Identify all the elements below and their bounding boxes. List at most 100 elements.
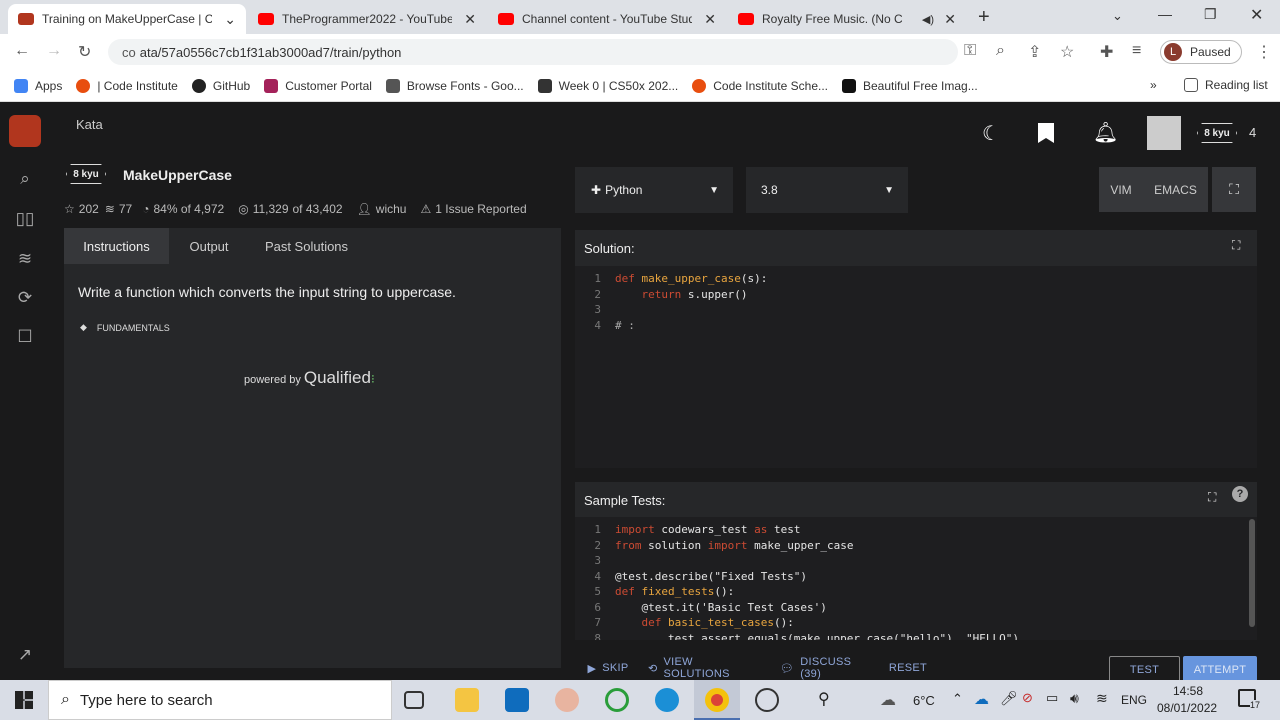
language-select[interactable]: ✚ Python ▼	[575, 167, 733, 213]
address-bar[interactable]: co ata/57a0556c7cb1f31ab3000ad7/train/py…	[108, 39, 958, 65]
new-tab-button[interactable]: +	[978, 6, 990, 29]
tag-fundamentals[interactable]: ◆ FUNDAMENTALS	[80, 322, 170, 333]
completed-icon: ◎	[238, 202, 249, 216]
search-icon[interactable]: ⌕	[15, 169, 35, 189]
tab-training-makeuppercase[interactable]: Training on MakeUpperCase | Co ⌄	[8, 4, 246, 34]
app-green-icon[interactable]	[605, 688, 629, 712]
view-solutions-button[interactable]: ⟲ VIEW SOLUTIONS	[648, 654, 762, 682]
wifi-icon[interactable]: ≋	[1096, 690, 1108, 707]
minimize-button[interactable]: —	[1158, 6, 1172, 22]
kata-title: MakeUpperCase	[123, 167, 232, 183]
reading-list[interactable]: Reading list	[1184, 78, 1268, 92]
book-icon[interactable]: ▯▯	[15, 209, 35, 229]
reset-button[interactable]: RESET	[886, 654, 930, 682]
profile-button[interactable]: L Paused	[1160, 40, 1242, 64]
menu-icon[interactable]: ⋮	[1256, 42, 1272, 62]
clock-time[interactable]: 14:58	[1173, 684, 1203, 698]
codewars-logo-icon[interactable]	[9, 115, 41, 147]
unsplash-icon	[842, 78, 856, 93]
weather-icon[interactable]: ☁	[880, 690, 896, 710]
bookmark-code-institute[interactable]: | Code Institute	[76, 78, 178, 93]
version-select[interactable]: 3.8 ▼	[746, 167, 908, 213]
help-icon[interactable]: ?	[1232, 486, 1248, 502]
close-tab-icon[interactable]: ✕	[944, 11, 956, 28]
fullscreen-icon[interactable]: ⛶	[1212, 167, 1256, 212]
bookmark-icon[interactable]	[1038, 123, 1054, 143]
tab-royalty-free-music[interactable]: Royalty Free Music. (No C ◀) ✕	[728, 4, 966, 34]
bookmark-star-icon[interactable]: ☆	[1060, 42, 1074, 62]
tab-youtube-studio[interactable]: Channel content - YouTube Studi ✕	[488, 4, 726, 34]
skip-button[interactable]: ▶ SKIP	[586, 654, 630, 682]
back-icon[interactable]: ←	[14, 42, 30, 60]
obs-icon[interactable]	[755, 688, 779, 712]
bookmark-github[interactable]: GitHub	[191, 78, 250, 93]
close-tab-icon[interactable]: ⌄	[224, 11, 236, 28]
media-queue-icon[interactable]: ≡	[1132, 42, 1141, 60]
trend-icon[interactable]: ↗	[15, 645, 35, 665]
zoom-icon[interactable]: ⌕	[996, 42, 1005, 60]
bookmark-customer-portal[interactable]: Customer Portal	[264, 78, 372, 93]
issues-reported[interactable]: 1 Issue Reported	[435, 202, 526, 216]
mode-emacs-button[interactable]: EMACS	[1143, 167, 1208, 212]
volume-icon[interactable]: 🔊︎	[1070, 690, 1079, 707]
code-line: 3	[575, 302, 1257, 318]
close-tab-icon[interactable]: ✕	[464, 11, 476, 28]
bookmark-browse-fonts[interactable]: Browse Fonts - Goo...	[385, 78, 524, 93]
key-icon[interactable]: ⚿	[964, 42, 976, 60]
discuss-button[interactable]: 💬︎ DISCUSS (39)	[780, 654, 870, 682]
expand-editor-icon[interactable]: ⛶	[1232, 238, 1240, 253]
star-icon[interactable]: ☆	[64, 202, 75, 216]
outlook-icon[interactable]	[505, 688, 529, 712]
battery-icon[interactable]: ▭	[1046, 690, 1058, 706]
sample-tests-editor[interactable]: 1 import codewars_test as test 2 from solut…	[575, 517, 1257, 640]
tab-search-icon[interactable]: ⌄	[1112, 8, 1123, 24]
rss-icon[interactable]: ≋	[15, 249, 35, 269]
reading-list-icon	[1184, 78, 1198, 92]
expand-tests-icon[interactable]: ⛶	[1208, 490, 1216, 505]
powered-by-qualified[interactable]: powered by Qualified ⁝	[244, 368, 375, 388]
tray-app-icon[interactable]: ⊘	[1022, 690, 1033, 706]
chat-icon[interactable]: ☐	[15, 327, 35, 347]
task-view-icon[interactable]	[404, 691, 424, 709]
close-window-button[interactable]: ✕	[1250, 5, 1263, 25]
bookmark-code-institute-schedule[interactable]: Code Institute Sche...	[692, 78, 828, 93]
app-header: Kata ☾ 🔔︎ 8 kyu 4	[50, 103, 1280, 161]
bookmark-cs50[interactable]: Week 0 | CS50x 202...	[537, 78, 678, 93]
forward-icon[interactable]: →	[46, 42, 62, 60]
tab-instructions[interactable]: Instructions	[64, 228, 169, 264]
onedrive-icon[interactable]: ☁	[974, 690, 989, 708]
practice-cycle-icon[interactable]: ⟳	[15, 288, 35, 308]
weather-temp[interactable]: 6°C	[913, 693, 935, 708]
solution-editor[interactable]: 1 def make_upper_case(s): 2 return s.upper…	[575, 266, 1257, 468]
bookmark-apps[interactable]: Apps	[14, 78, 62, 93]
language-indicator[interactable]: ENG	[1121, 693, 1147, 707]
line-number: 1	[594, 523, 601, 536]
close-tab-icon[interactable]: ✕	[704, 11, 716, 28]
code-token: @test.describe("Fixed Tests")	[615, 569, 808, 583]
taskbar-search-box[interactable]: ⌕ Type here to search	[48, 680, 392, 720]
paint-icon[interactable]	[555, 688, 579, 712]
more-bookmarks-icon[interactable]: »	[1150, 78, 1157, 92]
edge-icon[interactable]	[655, 688, 679, 712]
bookmark-free-images[interactable]: Beautiful Free Imag...	[842, 78, 978, 93]
windows-start-icon[interactable]	[15, 691, 33, 709]
dark-mode-icon[interactable]: ☾	[982, 121, 1000, 146]
extensions-icon[interactable]: ✚	[1100, 42, 1113, 62]
clock-date[interactable]: 08/01/2022	[1157, 701, 1217, 715]
user-avatar[interactable]	[1147, 116, 1181, 150]
tab-output[interactable]: Output	[174, 228, 244, 264]
scrollbar[interactable]	[1249, 519, 1255, 627]
notifications-bell-icon[interactable]: 🔔︎	[1093, 120, 1118, 145]
chrome-icon[interactable]	[694, 680, 740, 720]
file-explorer-icon[interactable]	[455, 688, 479, 712]
tab-past-solutions[interactable]: Past Solutions	[254, 228, 359, 264]
mode-vim-button[interactable]: VIM	[1099, 167, 1143, 212]
tray-chevron-icon[interactable]: ⌃	[952, 691, 963, 707]
share-icon[interactable]: ⇪	[1028, 42, 1041, 62]
tab-youtube-channel[interactable]: TheProgrammer2022 - YouTube ✕	[248, 4, 486, 34]
kata-author[interactable]: wichu	[376, 202, 407, 216]
restore-button[interactable]: ❐	[1204, 6, 1217, 23]
microphone-icon[interactable]: 🎤︎	[1000, 690, 1018, 707]
people-icon[interactable]: ⚲	[818, 689, 830, 709]
reload-icon[interactable]: ↻	[78, 42, 91, 62]
